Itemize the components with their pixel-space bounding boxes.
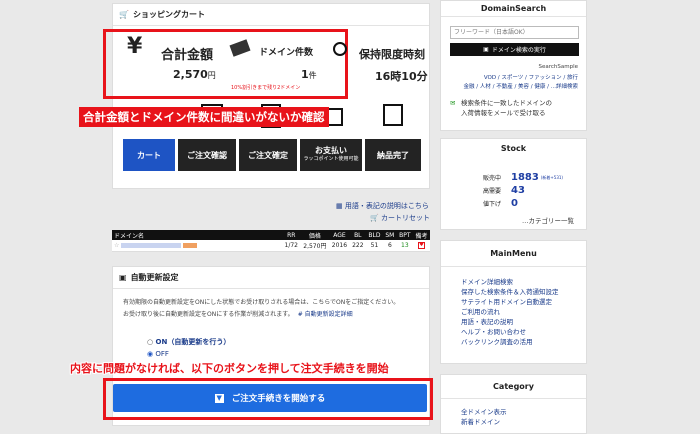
menu-item[interactable]: 保存した検索条件＆入荷通知設定 xyxy=(461,287,559,297)
category-list: 全ドメイン表示 新着ドメイン xyxy=(461,407,507,427)
stock-rows: 販売中 1883 (新着+531) 高需要 43 値下げ 0 xyxy=(483,171,563,210)
count-value: 1件 xyxy=(301,68,317,81)
confirm-callout: 合計金額とドメイン件数に間違いがないか確認 xyxy=(79,107,329,127)
cart-header: 🛒 ショッピングカート xyxy=(113,4,429,26)
cart-icon: 🛒 xyxy=(119,10,129,19)
table-row[interactable]: ☆ 1/72 2,570円 2016 222 51 6 13 ♥ xyxy=(112,240,430,252)
menu-item[interactable]: サテライト用ドメイン自動選定 xyxy=(461,297,559,307)
total-value: 2,570円 xyxy=(173,68,216,81)
menu-item[interactable]: 用語・表記の説明 xyxy=(461,317,559,327)
count-label: ドメイン件数 xyxy=(259,48,314,58)
menu-item[interactable]: ドメイン詳細検索 xyxy=(461,277,559,287)
hold-value: 16時10分 xyxy=(375,70,428,83)
radio-on[interactable]: ○ ON（自動更新を行う） xyxy=(147,337,230,347)
cart-panel: 🛒 ショッピングカート ¥ 合計金額 2,570円 ドメイン件数 1件 10%割… xyxy=(79,3,430,189)
domain-table: ドメイン名 RR 価格 AGE BL BLD SM BPT 備考 ☆ 1/72 … xyxy=(112,230,430,252)
category-list-link[interactable]: …カテゴリー一覧 xyxy=(522,215,574,225)
cart-title: ショッピングカート xyxy=(132,10,205,19)
box-icon xyxy=(383,104,403,126)
stock-panel: Stock 販売中 1883 (新着+531) 高需要 43 値下げ 0 …カテ… xyxy=(440,138,587,230)
step-order-finalize: ご注文確定 xyxy=(239,139,297,171)
star-icon[interactable]: ☆ xyxy=(114,242,119,249)
main-menu-panel: MainMenu ドメイン詳細検索 保存した検索条件＆入荷通知設定 サテライト用… xyxy=(440,240,587,364)
search-button[interactable]: ▣ ドメイン検索の実行 xyxy=(450,43,579,56)
remove-icon[interactable]: ♥ xyxy=(418,242,425,250)
domain-search-panel: DomainSearch ▣ ドメイン検索の実行 SearchSample VO… xyxy=(440,0,587,131)
search-icon: ▣ xyxy=(483,46,489,53)
category-title: Category xyxy=(441,375,586,399)
clock-icon xyxy=(333,42,347,56)
radio-off[interactable]: ◉ OFF xyxy=(147,350,169,358)
search-sample-line2[interactable]: 金融 / 人材 / 不動産 / 美容 / 健康 / ...詳細検索 xyxy=(464,82,579,90)
order-steps: カート ご注文確認 ご注文確定 お支払い ラッコポイント使用可能 納品完了 xyxy=(123,139,421,171)
discount-note: 10%割引きまで残り2ドメイン xyxy=(231,85,301,91)
grid-icon: ▦ xyxy=(336,202,343,210)
category-panel: Category 全ドメイン表示 新着ドメイン xyxy=(440,374,587,434)
step-delivery: 納品完了 xyxy=(365,139,421,171)
stock-row-selling[interactable]: 販売中 1883 (新着+531) xyxy=(483,171,563,184)
calendar-icon: ▣ xyxy=(119,273,127,282)
auto-renew-panel: ▣ 自動更新設定 有効期限の自動更新設定をONにした状態でお受け取りされる場合は… xyxy=(103,266,433,426)
chevron-down-icon: ▼ xyxy=(214,393,224,403)
step-cart: カート xyxy=(123,139,175,171)
table-header-row: ドメイン名 RR 価格 AGE BL BLD SM BPT 備考 xyxy=(112,230,430,240)
step-order-confirm: ご注文確認 xyxy=(178,139,236,171)
category-item[interactable]: 全ドメイン表示 xyxy=(461,407,507,417)
step-payment: お支払い ラッコポイント使用可能 xyxy=(300,139,362,171)
stock-row-discount[interactable]: 値下げ 0 xyxy=(483,197,563,210)
stock-title: Stock xyxy=(500,143,527,153)
auto-renew-text: 有効期限の自動更新設定をONにした状態でお受け取りされる場合は、こちらでONをご… xyxy=(123,299,400,318)
radio-on-circle[interactable]: ○ xyxy=(147,338,153,346)
menu-item[interactable]: ご利用の流れ xyxy=(461,307,559,317)
radio-off-circle[interactable]: ◉ xyxy=(147,350,153,358)
hold-label: 保持限度時刻 xyxy=(359,48,425,61)
mail-icon: ✉ xyxy=(450,99,456,107)
stock-row-demand[interactable]: 高需要 43 xyxy=(483,184,563,197)
cart-reset-link[interactable]: 🛒 カートリセット xyxy=(370,213,430,223)
total-label: 合計金額 xyxy=(161,48,214,63)
main-menu-title: MainMenu xyxy=(441,241,586,267)
domain-name-blurred xyxy=(121,242,182,248)
search-sample-line1[interactable]: VOD / スポーツ / ファッション / 旅行 xyxy=(484,73,578,81)
search-input[interactable] xyxy=(450,26,579,39)
auto-renew-detail-link[interactable]: # 自動更新設定詳細 xyxy=(298,311,353,318)
start-order-button[interactable]: ▼ ご注文手続きを開始する xyxy=(113,384,427,412)
menu-item[interactable]: バックリンク調査の活用 xyxy=(461,337,559,347)
help-link[interactable]: ▦ 用語・表記の説明はこちら xyxy=(336,201,429,211)
search-sample-title: SearchSample xyxy=(538,64,578,70)
menu-item[interactable]: ヘルプ・お問い合わせ xyxy=(461,327,559,337)
domain-search-title: DomainSearch xyxy=(441,1,586,17)
reset-icon: 🛒 xyxy=(370,214,379,222)
yen-icon: ¥ xyxy=(127,34,143,59)
main-menu-list: ドメイン詳細検索 保存した検索条件＆入荷通知設定 サテライト用ドメイン自動選定 … xyxy=(461,277,559,347)
notify-link[interactable]: ✉ 検索条件に一致したドメインの 入荷情報をメールで受け取る xyxy=(450,98,552,118)
start-callout: 内容に問題がなければ、以下のボタンを押して注文手続きを開始 xyxy=(70,362,389,375)
new-badge xyxy=(183,242,198,248)
auto-renew-header: ▣ 自動更新設定 xyxy=(113,267,429,289)
